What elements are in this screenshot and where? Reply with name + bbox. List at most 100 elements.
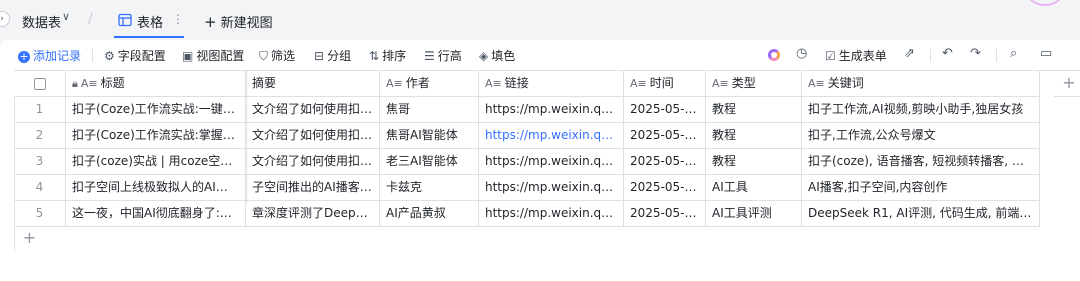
column-header-time[interactable]: A≡ 时间 <box>624 71 706 97</box>
sort-button[interactable]: ⇅ 排序 <box>369 47 406 64</box>
datasheet-label[interactable]: 数据表 <box>22 12 61 31</box>
row-number: 5 <box>14 201 66 227</box>
cell-summary[interactable]: 文介绍了如何使用扣子... <box>246 149 380 175</box>
fill-color-label: 填色 <box>491 49 516 63</box>
group-button[interactable]: ⊟ 分组 <box>314 47 351 64</box>
select-all-cell[interactable] <box>14 71 66 97</box>
filter-label: 筛选 <box>271 49 296 63</box>
generate-form-button[interactable]: ☑ 生成表单 <box>825 47 887 64</box>
chevron-down-icon[interactable]: ∨ <box>62 10 70 23</box>
cell-summary[interactable]: 文介绍了如何使用扣子... <box>246 123 380 149</box>
select-all-checkbox[interactable] <box>33 77 46 90</box>
tab-label: 表格 <box>137 16 164 31</box>
generate-form-label: 生成表单 <box>838 49 887 63</box>
cell-keywords[interactable]: 扣子工作流,AI视频,剪映小助手,独居女孩 <box>802 97 1040 123</box>
field-config-button[interactable]: ⚙ 字段配置 <box>104 47 166 64</box>
undo-icon[interactable]: ↶ <box>942 46 953 61</box>
table-header-row: 🔒︎ A≡ 标题 摘要 A≡ 作者 A≡ 链接 A≡ 时间 A≡ 类型 A≡ 关键词 + <box>14 71 1080 97</box>
data-table: 🔒︎ A≡ 标题 摘要 A≡ 作者 A≡ 链接 A≡ 时间 A≡ 类型 A≡ 关键词 + 1 … <box>14 70 1080 251</box>
expand-sidebar-button[interactable]: › <box>0 11 10 27</box>
divider: / <box>88 11 93 27</box>
cell-link[interactable]: https://mp.weixin.qq.co... <box>479 149 624 175</box>
cell-time[interactable]: 2025-05-29 <box>624 175 706 201</box>
column-header-keywords[interactable]: A≡ 关键词 <box>802 71 1040 97</box>
filter-button[interactable]: ⛉ 筛选 <box>259 47 295 64</box>
sort-label: 排序 <box>382 49 407 63</box>
column-header-title[interactable]: 🔒︎ A≡ 标题 <box>66 71 246 97</box>
cell-link[interactable]: https://mp.weixin.qq.co... <box>479 123 624 149</box>
comment-icon[interactable]: ▭ <box>1040 46 1052 61</box>
divider <box>996 49 997 62</box>
cell-author[interactable]: 卡兹克 <box>380 175 479 201</box>
column-header-summary[interactable]: 摘要 <box>246 71 380 97</box>
new-view-button[interactable]: + 新建视图 <box>204 12 273 31</box>
cell-type[interactable]: AI工具评测 <box>706 201 802 227</box>
search-icon[interactable]: ⌕ <box>1010 46 1017 61</box>
cell-keywords[interactable]: 扣子,工作流,公众号爆文 <box>802 123 1040 149</box>
row-height-button[interactable]: ☰ 行高 <box>424 47 462 64</box>
cell-author[interactable]: 焦哥AI智能体 <box>380 123 479 149</box>
cell-keywords[interactable]: AI播客,扣子空间,内容创作 <box>802 175 1040 201</box>
cell-type[interactable]: 教程 <box>706 97 802 123</box>
column-header-link[interactable]: A≡ 链接 <box>479 71 624 97</box>
ai-assistant-icon[interactable] <box>768 49 780 61</box>
view-settings-icon: ▣ <box>182 49 194 63</box>
cell-summary[interactable]: 文介绍了如何使用扣子... <box>246 97 380 123</box>
history-icon[interactable]: ◷ <box>796 46 807 61</box>
cell-link[interactable]: https://mp.weixin.qq.co... <box>479 201 624 227</box>
column-summary-label: 摘要 <box>252 76 277 90</box>
add-record-button[interactable]: + 添加记录 <box>18 47 81 64</box>
cell-keywords[interactable]: DeepSeek R1, AI评测, 代码生成, 前端设计 <box>802 201 1040 227</box>
cell-time[interactable]: 2025-05-29 <box>624 149 706 175</box>
table-row[interactable]: 1 扣子(Coze)工作流实战:一键AI工... 文介绍了如何使用扣子... 焦… <box>14 97 1080 123</box>
divider <box>930 49 931 62</box>
cell-summary[interactable]: 子空间推出的AI播客功... <box>246 175 380 201</box>
cell-type[interactable]: 教程 <box>706 149 802 175</box>
table-row[interactable]: 4 扣子空间上线极致拟人的AI播客... 子空间推出的AI播客功... 卡兹克 … <box>14 175 1080 201</box>
cell-type[interactable]: AI工具 <box>706 175 802 201</box>
cell-link[interactable]: https://mp.weixin.qq.co... <box>479 175 624 201</box>
cell-author[interactable]: 焦哥 <box>380 97 479 123</box>
cell-time[interactable]: 2025-05-29 <box>624 201 706 227</box>
column-keywords-label: 关键词 <box>827 76 864 90</box>
cell-time[interactable]: 2025-05-29 <box>624 123 706 149</box>
group-label: 分组 <box>327 49 352 63</box>
cell-title[interactable]: 扣子(Coze)工作流实战:一键AI工... <box>66 97 246 123</box>
more-icon[interactable]: ⋮ <box>172 12 184 26</box>
tab-grid-view[interactable]: 表格 ⋮ <box>106 4 192 38</box>
cell-title[interactable]: 扣子(coze)实战 | 用coze空间一... <box>66 149 246 175</box>
share-icon[interactable]: ⇗ <box>904 46 915 61</box>
add-column-button[interactable]: + <box>1054 71 1080 97</box>
avatar[interactable] <box>1026 0 1064 6</box>
cell-title[interactable]: 扣子(Coze)工作流实战:掌握了这... <box>66 123 246 149</box>
row-number: 2 <box>14 123 66 149</box>
cell-type[interactable]: 教程 <box>706 123 802 149</box>
top-bar: › 数据表 ∨ / 表格 ⋮ + 新建视图 <box>0 0 1080 40</box>
add-row-button[interactable]: + <box>14 227 44 251</box>
cell-summary[interactable]: 章深度评测了DeepSee... <box>246 201 380 227</box>
table-row[interactable]: 2 扣子(Coze)工作流实战:掌握了这... 文介绍了如何使用扣子... 焦哥… <box>14 123 1080 149</box>
cell-keywords[interactable]: 扣子(coze), 语音播客, 短视频转播客, 文章... <box>802 149 1040 175</box>
new-view-label: 新建视图 <box>220 16 273 31</box>
cell-author[interactable]: 老三AI智能体 <box>380 149 479 175</box>
cell-author[interactable]: AI产品黄叔 <box>380 201 479 227</box>
fill-color-button[interactable]: ◈ 填色 <box>479 47 515 64</box>
frozen-column-shadow <box>246 71 248 203</box>
view-config-label: 视图配置 <box>196 49 245 63</box>
column-header-author[interactable]: A≡ 作者 <box>380 71 479 97</box>
cell-link[interactable]: https://mp.weixin.qq.co... <box>479 97 624 123</box>
cell-title[interactable]: 这一夜，中国AI彻底翻身了:Dee... <box>66 201 246 227</box>
view-toolbar: + 添加记录 ⚙ 字段配置 ▣ 视图配置 ⛉ 筛选 ⊟ 分组 ⇅ 排序 ☰ 行高 ◈ 填色 ◷ … <box>0 40 1080 70</box>
sort-icon: ⇅ <box>369 49 380 63</box>
table-row[interactable]: 5 这一夜，中国AI彻底翻身了:Dee... 章深度评测了DeepSee... … <box>14 201 1080 227</box>
column-header-type[interactable]: A≡ 类型 <box>706 71 802 97</box>
redo-icon[interactable]: ↷ <box>970 46 981 61</box>
add-record-label: 添加记录 <box>33 49 82 63</box>
cell-time[interactable]: 2025-05-29 <box>624 97 706 123</box>
form-icon: ☑ <box>825 49 836 63</box>
text-field-icon: A≡ <box>630 77 647 90</box>
cell-title[interactable]: 扣子空间上线极致拟人的AI播客... <box>66 175 246 201</box>
column-link-label: 链接 <box>504 76 529 90</box>
view-config-button[interactable]: ▣ 视图配置 <box>182 47 244 64</box>
table-row[interactable]: 3 扣子(coze)实战 | 用coze空间一... 文介绍了如何使用扣子...… <box>14 149 1080 175</box>
